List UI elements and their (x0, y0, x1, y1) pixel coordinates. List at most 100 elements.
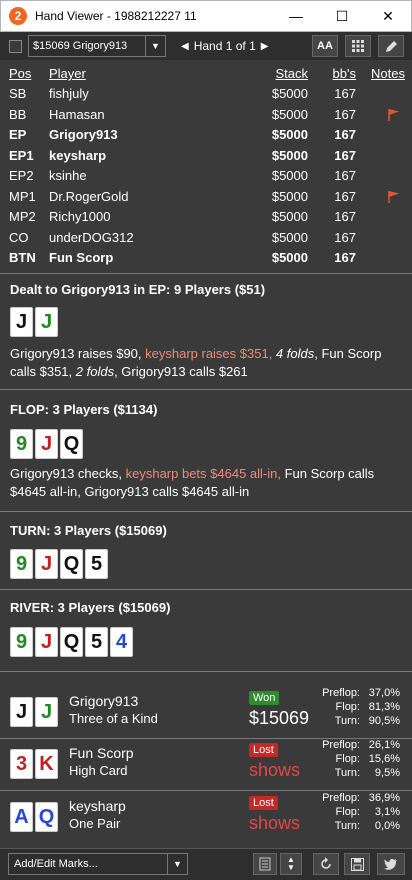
player-row[interactable]: EP2 ksinhe $5000 167 (0, 166, 412, 186)
player-row[interactable]: BB Hamasan $5000 167 (0, 105, 412, 125)
result-amount: shows (249, 813, 301, 833)
playing-card: J (35, 429, 58, 459)
player-bb: 167 (334, 229, 356, 245)
player-name[interactable]: Richy1000 (49, 209, 110, 224)
player-name[interactable]: Fun Scorp (49, 250, 113, 265)
player-name[interactable]: Grigory913 (49, 127, 118, 142)
player-stack: $5000 (271, 188, 308, 204)
playing-card: Q (60, 549, 83, 579)
playing-card: J (10, 697, 33, 727)
player-bb: 167 (334, 168, 356, 183)
player-bb: 167 (334, 147, 356, 163)
player-row[interactable]: BTN Fun Scorp $5000 167 (0, 248, 412, 268)
playing-card: Q (60, 429, 83, 459)
divider (0, 790, 412, 791)
river-title: RIVER: 3 Players ($15069) (10, 600, 171, 615)
equity-label: Flop: (335, 753, 360, 765)
playing-card: 5 (85, 549, 108, 579)
twitter-icon[interactable] (377, 853, 405, 875)
player-row[interactable]: EP Grigory913 $5000 167 (0, 125, 412, 145)
hand-navigator: ◀ Hand 1 of 1 ▶ (176, 39, 273, 53)
select-checkbox[interactable] (9, 39, 22, 53)
flop-title: FLOP: 3 Players ($1134) (10, 402, 158, 417)
player-row[interactable]: CO underDOG312 $5000 167 (0, 228, 412, 248)
player-name[interactable]: underDOG312 (49, 230, 134, 245)
player-name[interactable]: keysharp (49, 148, 106, 163)
equity-value: 15,6% (368, 753, 400, 765)
divider (0, 589, 412, 590)
playing-card: 3 (10, 749, 33, 779)
maximize-button[interactable]: ☐ (319, 1, 365, 31)
equity-label: Turn: (334, 767, 360, 779)
result-amount: shows (249, 760, 301, 780)
player-name[interactable]: Dr.RogerGold (49, 189, 128, 204)
app-icon: 2 (9, 7, 27, 25)
stepper-icon[interactable]: ▲ ▼ (280, 853, 302, 875)
close-button[interactable]: ✕ (365, 1, 411, 31)
player-pos: BB (9, 106, 27, 122)
hand-toolbar: $15069 Grigory913 ▼ ◀ Hand 1 of 1 ▶ AA (0, 32, 412, 60)
result-row[interactable]: A Qkeysharp One Pair Lost shows Preflop: 36,9%… (0, 792, 412, 847)
result-hand-rank: Three of a Kind (69, 711, 158, 726)
playing-card: 9 (10, 627, 33, 657)
player-bb: 167 (334, 188, 356, 204)
player-row[interactable]: MP1 Dr.RogerGold $5000 167 (0, 187, 412, 207)
col-notes[interactable]: Notes (371, 66, 405, 81)
playing-card: K (35, 749, 58, 779)
playing-card: 4 (110, 627, 133, 657)
replay-icon[interactable] (313, 853, 339, 875)
equity-value: 90,5% (368, 715, 400, 727)
result-badge: Lost (249, 743, 278, 757)
player-row[interactable]: MP2 Richy1000 $5000 167 (0, 207, 412, 227)
result-row[interactable]: J J Grigory913 Three of a Kind Won $15069 Pref… (0, 687, 412, 742)
pencil-icon[interactable] (378, 35, 404, 57)
player-pos: SB (9, 86, 27, 101)
flag-icon[interactable] (387, 108, 400, 124)
result-hand-rank: High Card (69, 763, 128, 778)
equity-line: Preflop: 36,9% (310, 792, 400, 806)
equity-panel: Preflop: 37,0% Flop: 81,3% Turn: 90,5% (310, 687, 400, 729)
minimize-button[interactable]: — (273, 1, 319, 31)
marks-select[interactable]: Add/Edit Marks... (8, 853, 168, 875)
col-bb[interactable]: bb's (333, 66, 356, 81)
chevron-down-icon[interactable]: ▼ (146, 35, 166, 57)
playing-card: A (10, 802, 33, 832)
equity-value: 9,5% (374, 767, 400, 779)
flag-icon[interactable] (387, 190, 400, 206)
font-size-button[interactable]: AA (312, 35, 338, 57)
player-pos: BTN (9, 250, 36, 265)
save-icon[interactable] (344, 853, 370, 875)
prev-hand-icon[interactable]: ◀ (181, 41, 189, 52)
result-cards: JJ (10, 697, 60, 727)
hand-label: Hand 1 of 1 (193, 39, 256, 53)
player-bb: 167 (334, 209, 356, 224)
equity-label: Flop: (335, 701, 360, 713)
player-stack: $5000 (271, 168, 308, 183)
session-select[interactable]: $15069 Grigory913 (28, 35, 146, 57)
player-stack: $5000 (271, 106, 308, 122)
equity-line: Turn: 90,5% (310, 715, 400, 729)
equity-line: Flop: 81,3% (310, 701, 400, 715)
player-stack: $5000 (271, 127, 308, 142)
player-row[interactable]: EP1 keysharp $5000 167 (0, 146, 412, 166)
chevron-down-icon[interactable]: ▼ (168, 853, 188, 875)
player-name[interactable]: ksinhe (49, 168, 87, 183)
grid-icon[interactable] (345, 35, 371, 57)
player-pos: CO (9, 229, 29, 245)
player-row[interactable]: SB fishjuly $5000 167 (0, 84, 412, 104)
result-row[interactable]: 3 K Fun Scorp High Card Lost shows Preflop: 26,… (0, 739, 412, 794)
equity-value: 26,1% (368, 739, 400, 751)
equity-value: 0,0% (374, 820, 400, 832)
player-name[interactable]: Hamasan (49, 107, 105, 122)
notes-icon[interactable] (253, 853, 277, 875)
next-hand-icon[interactable]: ▶ (261, 41, 269, 52)
result-amount: $15069 (249, 708, 310, 728)
player-name[interactable]: fishjuly (49, 86, 89, 101)
river-cards: 9JQ54 (10, 627, 135, 657)
action-text: , Grigory913 calls $261 (114, 364, 248, 379)
col-stack[interactable]: Stack (275, 66, 308, 81)
col-pos[interactable]: Pos (9, 66, 31, 81)
window-titlebar: 2 Hand Viewer - 1988212227 11 — ☐ ✕ (0, 0, 412, 32)
turn-cards: 9JQ5 (10, 549, 110, 579)
col-player[interactable]: Player (49, 66, 86, 81)
